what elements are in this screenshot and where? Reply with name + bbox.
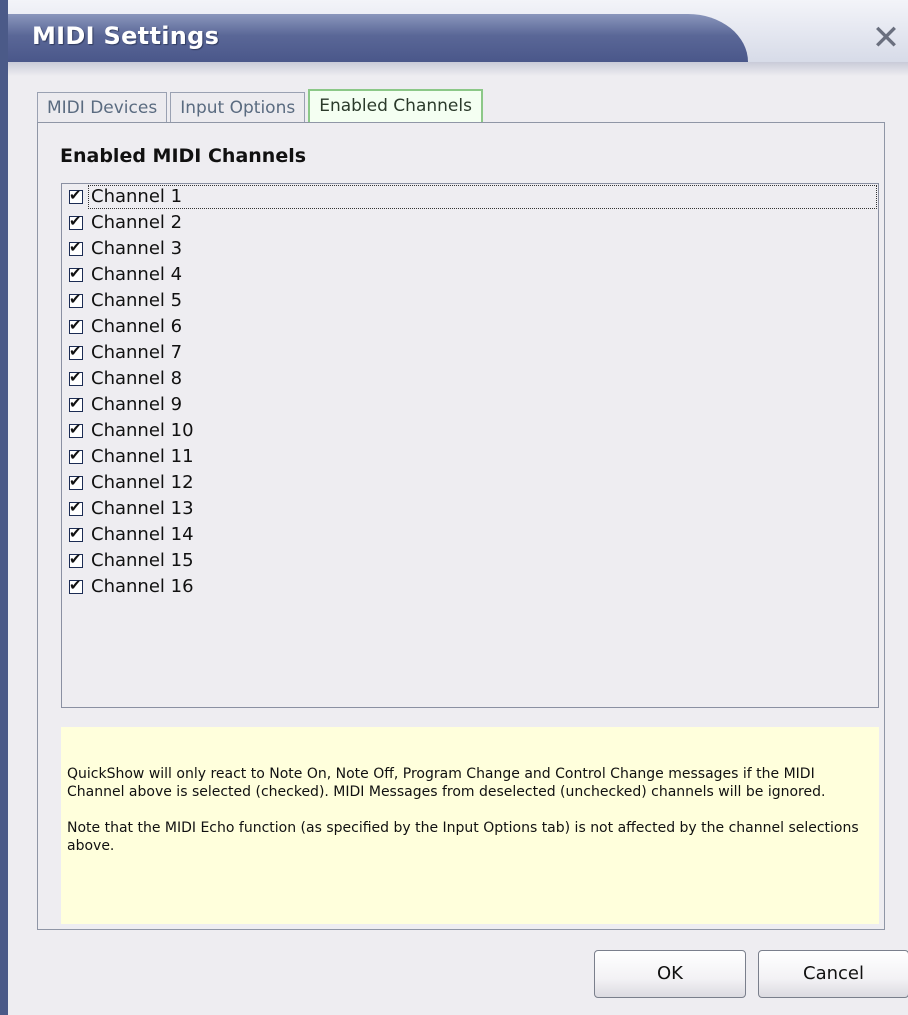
channel-checkbox[interactable]: ✔: [69, 186, 83, 204]
channel-checkbox[interactable]: ✔: [69, 342, 83, 360]
channel-item[interactable]: ✔ Channel 14: [62, 522, 878, 548]
channel-label: Channel 15: [91, 550, 194, 571]
info-paragraph: QuickShow will only react to Note On, No…: [67, 766, 826, 800]
channel-checkbox[interactable]: ✔: [69, 290, 83, 308]
channel-item[interactable]: ✔ Channel 16: [62, 574, 878, 600]
channel-checkbox[interactable]: ✔: [69, 420, 83, 438]
channel-item[interactable]: ✔ Channel 11: [62, 444, 878, 470]
channel-item[interactable]: ✔ Channel 1: [62, 184, 878, 210]
channel-checkbox[interactable]: ✔: [69, 498, 83, 516]
checkmark-icon: ✔: [69, 524, 82, 542]
title-bar[interactable]: MIDI Settings ✕: [8, 0, 908, 62]
channel-item[interactable]: ✔ Channel 7: [62, 340, 878, 366]
checkmark-icon: ✔: [69, 394, 82, 412]
channel-item[interactable]: ✔ Channel 3: [62, 236, 878, 262]
close-icon: ✕: [871, 18, 901, 58]
ok-button[interactable]: OK: [594, 950, 746, 998]
channel-item[interactable]: ✔ Channel 10: [62, 418, 878, 444]
channel-checkbox[interactable]: ✔: [69, 472, 83, 490]
tab-input-options[interactable]: Input Options: [170, 92, 306, 122]
cancel-button[interactable]: Cancel: [758, 950, 908, 998]
channel-checkbox[interactable]: ✔: [69, 524, 83, 542]
channel-label: Channel 12: [91, 472, 194, 493]
channel-label: Channel 8: [91, 368, 183, 389]
window-title: MIDI Settings: [32, 22, 220, 50]
enabled-channels-panel: Enabled MIDI Channels ✔ Channel 1 ✔ Chan…: [37, 122, 885, 930]
checkmark-icon: ✔: [69, 238, 82, 256]
channel-label: Channel 2: [91, 212, 183, 233]
checkmark-icon: ✔: [69, 368, 82, 386]
checkmark-icon: ✔: [69, 576, 82, 594]
tab-enabled-channels[interactable]: Enabled Channels: [308, 89, 483, 122]
checkmark-icon: ✔: [69, 446, 82, 464]
channel-checkbox[interactable]: ✔: [69, 394, 83, 412]
channel-label: Channel 3: [91, 238, 183, 259]
checkmark-icon: ✔: [69, 212, 82, 230]
channel-label: Channel 6: [91, 316, 183, 337]
channel-label: Channel 16: [91, 576, 194, 597]
channel-item[interactable]: ✔ Channel 5: [62, 288, 878, 314]
checkmark-icon: ✔: [69, 316, 82, 334]
channel-label: Channel 14: [91, 524, 194, 545]
channel-checkbox[interactable]: ✔: [69, 446, 83, 464]
channel-checkbox[interactable]: ✔: [69, 238, 83, 256]
channel-label: Channel 5: [91, 290, 183, 311]
channel-label: Channel 4: [91, 264, 183, 285]
checkmark-icon: ✔: [69, 264, 82, 282]
channel-item[interactable]: ✔ Channel 8: [62, 366, 878, 392]
channel-item[interactable]: ✔ Channel 2: [62, 210, 878, 236]
checkmark-icon: ✔: [69, 186, 82, 204]
channel-item[interactable]: ✔ Channel 15: [62, 548, 878, 574]
checkmark-icon: ✔: [69, 472, 82, 490]
channel-checkbox[interactable]: ✔: [69, 264, 83, 282]
tab-midi-devices[interactable]: MIDI Devices: [37, 92, 168, 122]
channel-checkbox[interactable]: ✔: [69, 550, 83, 568]
channel-checkbox[interactable]: ✔: [69, 212, 83, 230]
channel-label: Channel 10: [91, 420, 194, 441]
info-paragraph: Note that the MIDI Echo function (as spe…: [67, 820, 859, 854]
checkmark-icon: ✔: [69, 420, 82, 438]
channel-checkbox[interactable]: ✔: [69, 368, 83, 386]
info-note: QuickShow will only react to Note On, No…: [61, 727, 879, 924]
channel-label: Channel 1: [88, 185, 877, 209]
tab-strip: MIDI Devices Input Options Enabled Chann…: [37, 89, 486, 122]
channel-checkbox[interactable]: ✔: [69, 576, 83, 594]
channel-label: Channel 7: [91, 342, 183, 363]
channel-label: Channel 11: [91, 446, 194, 467]
midi-settings-dialog: MIDI Settings ✕ MIDI Devices Input Optio…: [0, 0, 908, 1015]
channel-checklist[interactable]: ✔ Channel 1 ✔ Channel 2 ✔ Channel 3 ✔ Ch…: [61, 183, 879, 708]
checkmark-icon: ✔: [69, 290, 82, 308]
channel-item[interactable]: ✔ Channel 4: [62, 262, 878, 288]
checkmark-icon: ✔: [69, 550, 82, 568]
channel-item[interactable]: ✔ Channel 6: [62, 314, 878, 340]
checkmark-icon: ✔: [69, 342, 82, 360]
close-button[interactable]: ✕: [870, 20, 902, 56]
enabled-channels-heading: Enabled MIDI Channels: [60, 145, 307, 167]
checkmark-icon: ✔: [69, 498, 82, 516]
channel-item[interactable]: ✔ Channel 13: [62, 496, 878, 522]
channel-checkbox[interactable]: ✔: [69, 316, 83, 334]
channel-label: Channel 13: [91, 498, 194, 519]
channel-item[interactable]: ✔ Channel 12: [62, 470, 878, 496]
channel-label: Channel 9: [91, 394, 183, 415]
titlebar-shadow: [8, 62, 908, 76]
channel-item[interactable]: ✔ Channel 9: [62, 392, 878, 418]
